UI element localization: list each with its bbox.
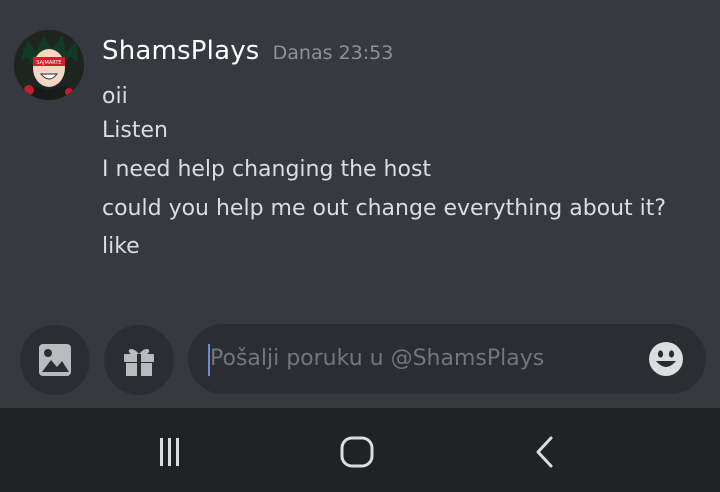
message-input-placeholder: Pošalji poruku u @ShamsPlays bbox=[210, 346, 545, 371]
system-navigation-bar bbox=[0, 408, 720, 492]
author-name[interactable]: ShamsPlays bbox=[102, 36, 260, 66]
anime-avatar-icon: SAJMARTE bbox=[14, 30, 84, 100]
message-timestamp: Danas 23:53 bbox=[272, 42, 394, 64]
message-area: SAJMARTE ShamsPlays Danas 23:53 oii List… bbox=[0, 0, 720, 312]
back-button[interactable] bbox=[525, 432, 565, 472]
emoji-icon[interactable] bbox=[648, 341, 684, 377]
recent-apps-button[interactable] bbox=[150, 432, 190, 472]
back-icon bbox=[536, 436, 553, 468]
recent-apps-icon bbox=[160, 438, 179, 466]
message-header: ShamsPlays Danas 23:53 bbox=[102, 36, 393, 66]
message-composer: Pošalji poruku u @ShamsPlays bbox=[0, 312, 720, 408]
image-icon bbox=[39, 344, 71, 376]
message-line: oii bbox=[102, 84, 128, 109]
gift-button[interactable] bbox=[104, 325, 174, 395]
message-input[interactable]: Pošalji poruku u @ShamsPlays bbox=[188, 324, 706, 394]
home-button[interactable] bbox=[337, 432, 377, 472]
message-line: I need help changing the host bbox=[102, 157, 432, 182]
message-line: could you help me out change everything … bbox=[102, 196, 667, 221]
message-line: Listen bbox=[102, 118, 168, 143]
message-line: like bbox=[102, 234, 140, 259]
image-upload-button[interactable] bbox=[20, 325, 90, 395]
user-avatar[interactable]: SAJMARTE bbox=[14, 30, 84, 100]
gift-icon bbox=[124, 348, 154, 376]
svg-text:SAJMARTE: SAJMARTE bbox=[36, 60, 61, 66]
home-icon bbox=[340, 436, 374, 468]
